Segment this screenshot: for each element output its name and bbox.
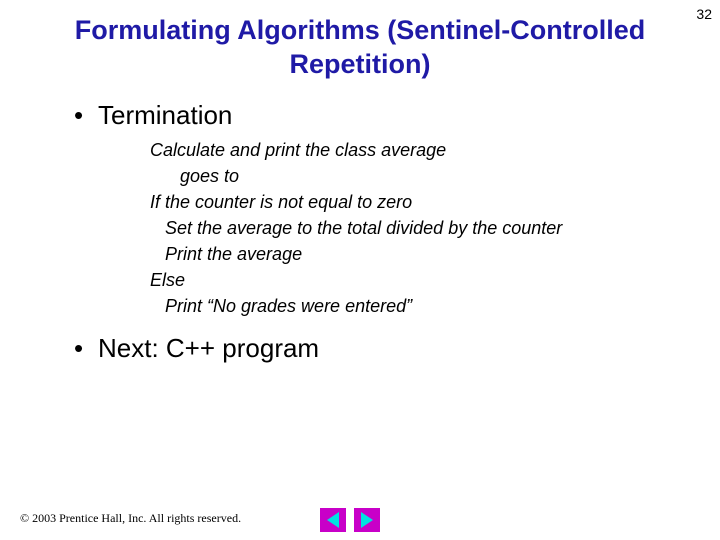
bullet-text: Next: C++ program xyxy=(98,333,319,364)
slide: 32 Formulating Algorithms (Sentinel-Cont… xyxy=(0,0,720,540)
arrow-left-icon xyxy=(327,512,339,528)
pseudo-line: Print “No grades were entered” xyxy=(150,293,690,319)
copyright-footer: © 2003 Prentice Hall, Inc. All rights re… xyxy=(20,511,241,526)
nav-controls xyxy=(320,508,380,532)
slide-title: Formulating Algorithms (Sentinel-Control… xyxy=(70,14,650,82)
bullet-termination: • Termination xyxy=(74,100,690,131)
pseudo-line: Calculate and print the class average xyxy=(150,137,690,163)
pseudo-line: If the counter is not equal to zero xyxy=(150,189,690,215)
slide-content: • Termination Calculate and print the cl… xyxy=(74,100,690,365)
arrow-right-icon xyxy=(361,512,373,528)
pseudo-line: Set the average to the total divided by … xyxy=(150,215,690,241)
pseudo-line: goes to xyxy=(150,163,690,189)
next-slide-button[interactable] xyxy=(354,508,380,532)
pseudocode-block: Calculate and print the class average go… xyxy=(150,137,690,320)
page-number: 32 xyxy=(696,6,712,22)
bullet-next: • Next: C++ program xyxy=(74,333,690,364)
pseudo-line: Print the average xyxy=(150,241,690,267)
prev-slide-button[interactable] xyxy=(320,508,346,532)
pseudo-line: Else xyxy=(150,267,690,293)
bullet-dot-icon: • xyxy=(74,102,98,128)
bullet-dot-icon: • xyxy=(74,335,98,361)
bullet-text: Termination xyxy=(98,100,232,131)
